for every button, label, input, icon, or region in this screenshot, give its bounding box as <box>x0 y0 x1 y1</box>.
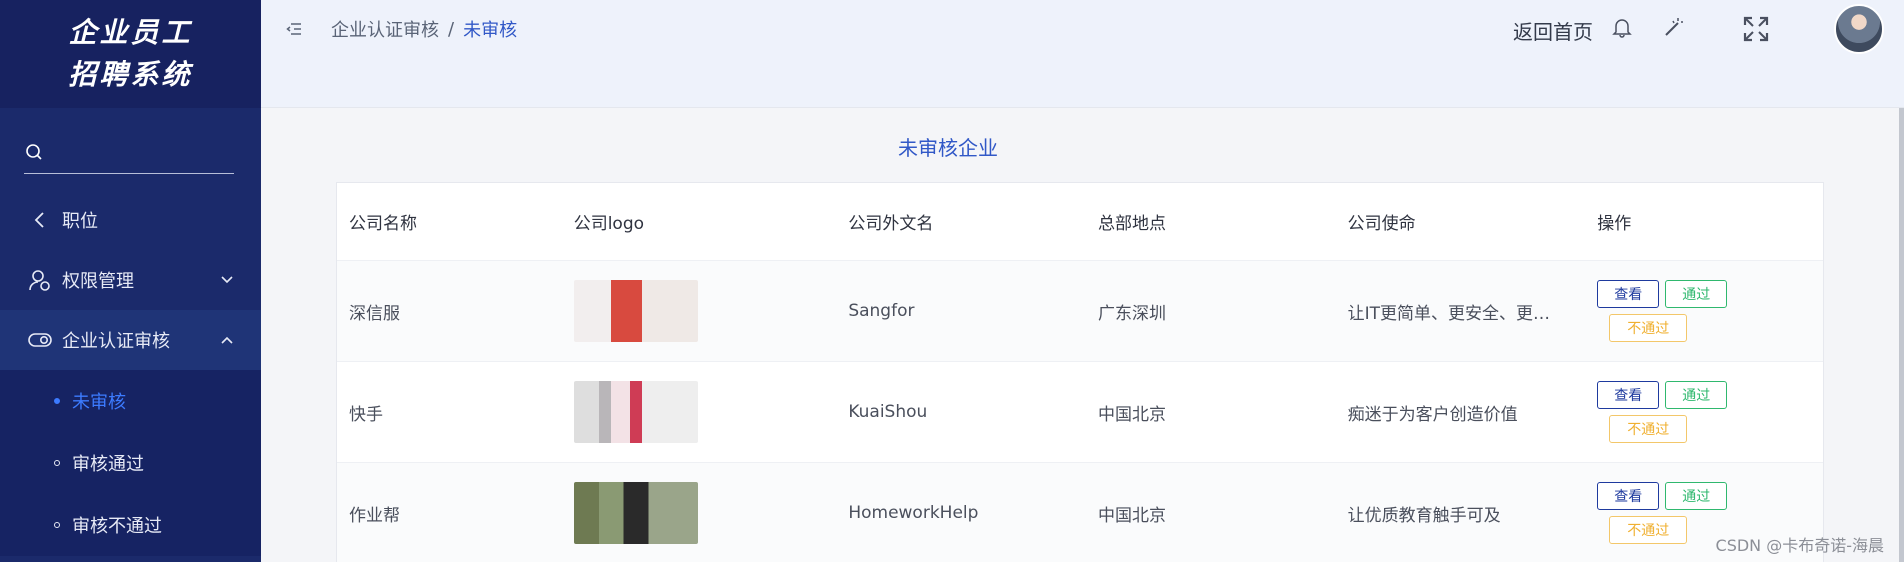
company-hq: 中国北京 <box>1097 404 1166 425</box>
reject-button[interactable]: 不通过 <box>1609 415 1688 443</box>
row-actions: 查看 通过 不通过 <box>1585 280 1823 342</box>
sidebar-subitem-label: 未审核 <box>72 392 126 413</box>
approve-button[interactable]: 通过 <box>1665 381 1728 409</box>
company-name: 快手 <box>349 404 383 425</box>
reject-button[interactable]: 不通过 <box>1609 314 1688 342</box>
company-foreign-name: Sangfor <box>848 301 915 321</box>
sidebar-item-label: 权限管理 <box>62 271 134 292</box>
breadcrumb-separator: / <box>448 18 455 40</box>
sidebar-subitem-approved[interactable]: 审核通过 <box>0 432 261 494</box>
bullet-icon <box>54 398 60 404</box>
app-title-line1: 企业员工 <box>68 16 193 49</box>
breadcrumb-parent[interactable]: 企业认证审核 <box>331 16 439 42</box>
app-title: 企业员工 招聘系统 <box>68 12 192 96</box>
chevron-left-icon <box>28 208 52 232</box>
bullet-icon <box>54 522 60 528</box>
brand: 企业员工 招聘系统 <box>0 0 261 108</box>
main-content: 未审核企业 公司名称 公司logo 公司外文名 总部地点 公司使命 操作 深信服… <box>261 108 1904 562</box>
column-header: 操作 <box>1597 214 1632 234</box>
app-title-line2: 招聘系统 <box>68 58 193 91</box>
row-actions: 查看 通过 不通过 <box>1585 381 1823 443</box>
page-title: 未审核企业 <box>898 136 998 160</box>
fullscreen-icon[interactable] <box>1743 16 1769 42</box>
home-link[interactable]: 返回首页 <box>1513 16 1593 45</box>
company-logo-image <box>573 381 698 443</box>
company-foreign-name: HomeworkHelp <box>848 503 979 523</box>
company-mission: 痴迷于为客户创造价值 <box>1347 404 1518 425</box>
toggle-icon <box>28 328 52 352</box>
sidebar-submenu: 未审核 审核通过 审核不通过 <box>0 370 261 556</box>
approve-button[interactable]: 通过 <box>1665 482 1728 510</box>
sidebar-item-permissions[interactable]: 权限管理 <box>0 250 261 310</box>
user-settings-icon <box>28 268 52 292</box>
company-logo-cell <box>562 280 837 342</box>
company-mission: 让优质教育触手可及 <box>1347 505 1501 526</box>
company-logo-image <box>573 482 698 544</box>
chevron-down-icon <box>221 276 233 284</box>
company-mission: 让IT更简单、更安全、更… <box>1347 303 1551 324</box>
sidebar-menu: 职位 权限管理 企业认证审核 未审核 审核通过 审核不通过 <box>0 190 261 556</box>
search-icon <box>26 143 42 160</box>
sidebar-subitem-label: 审核不通过 <box>72 516 162 537</box>
sidebar-item-company-review[interactable]: 企业认证审核 <box>0 310 261 370</box>
column-header: 公司logo <box>573 214 645 234</box>
approve-button[interactable]: 通过 <box>1665 280 1728 308</box>
company-logo-image <box>573 280 698 342</box>
table-row: 快手 KuaiShou 中国北京 痴迷于为客户创造价值 查看 通过 不通过 <box>337 362 1823 463</box>
company-table: 公司名称 公司logo 公司外文名 总部地点 公司使命 操作 深信服 Sangf… <box>336 182 1824 562</box>
chevron-up-icon <box>221 336 233 344</box>
column-header: 公司外文名 <box>848 214 934 234</box>
sidebar-item-label: 企业认证审核 <box>62 331 170 352</box>
company-logo-cell <box>562 482 837 544</box>
column-header: 公司名称 <box>349 214 417 234</box>
sidebar-subitem-rejected[interactable]: 审核不通过 <box>0 494 261 556</box>
table-row: 深信服 Sangfor 广东深圳 让IT更简单、更安全、更… 查看 通过 不通过 <box>337 261 1823 362</box>
bullet-icon <box>54 460 60 466</box>
avatar[interactable] <box>1834 4 1884 54</box>
sidebar-subitem-pending[interactable]: 未审核 <box>0 370 261 432</box>
column-header: 总部地点 <box>1097 214 1166 234</box>
company-logo-cell <box>562 381 837 443</box>
company-hq: 中国北京 <box>1097 505 1166 526</box>
view-button[interactable]: 查看 <box>1597 280 1660 308</box>
view-button[interactable]: 查看 <box>1597 482 1660 510</box>
table-row: 作业帮 HomeworkHelp 中国北京 让优质教育触手可及 查看 通过 不通… <box>337 463 1823 562</box>
sidebar: 企业员工 招聘系统 职位 权限管理 企业认证审核 未审核 审核通过 审核不通过 <box>0 0 261 562</box>
menu-fold-icon[interactable] <box>285 20 303 38</box>
reject-button[interactable]: 不通过 <box>1609 516 1688 544</box>
company-name: 深信服 <box>349 303 400 324</box>
top-header: 企业认证审核 / 未审核 返回首页 <box>261 0 1904 108</box>
sidebar-item-jobs[interactable]: 职位 <box>0 190 261 250</box>
sidebar-item-label: 职位 <box>62 211 98 232</box>
watermark: CSDN @卡布奇诺-海晨 <box>1715 536 1884 555</box>
bell-icon[interactable] <box>1611 16 1633 38</box>
company-name: 作业帮 <box>349 505 400 526</box>
scrollbar[interactable] <box>1899 108 1904 562</box>
magic-wand-icon[interactable] <box>1661 16 1685 40</box>
column-header: 公司使命 <box>1347 214 1416 234</box>
sidebar-subitem-label: 审核通过 <box>72 454 144 475</box>
breadcrumb: 企业认证审核 / 未审核 <box>331 16 517 42</box>
view-button[interactable]: 查看 <box>1597 381 1660 409</box>
table-header-row: 公司名称 公司logo 公司外文名 总部地点 公司使命 操作 <box>337 183 1823 261</box>
search-input[interactable] <box>24 130 234 174</box>
company-hq: 广东深圳 <box>1097 303 1166 324</box>
breadcrumb-current: 未审核 <box>463 20 518 41</box>
company-foreign-name: KuaiShou <box>848 402 928 422</box>
